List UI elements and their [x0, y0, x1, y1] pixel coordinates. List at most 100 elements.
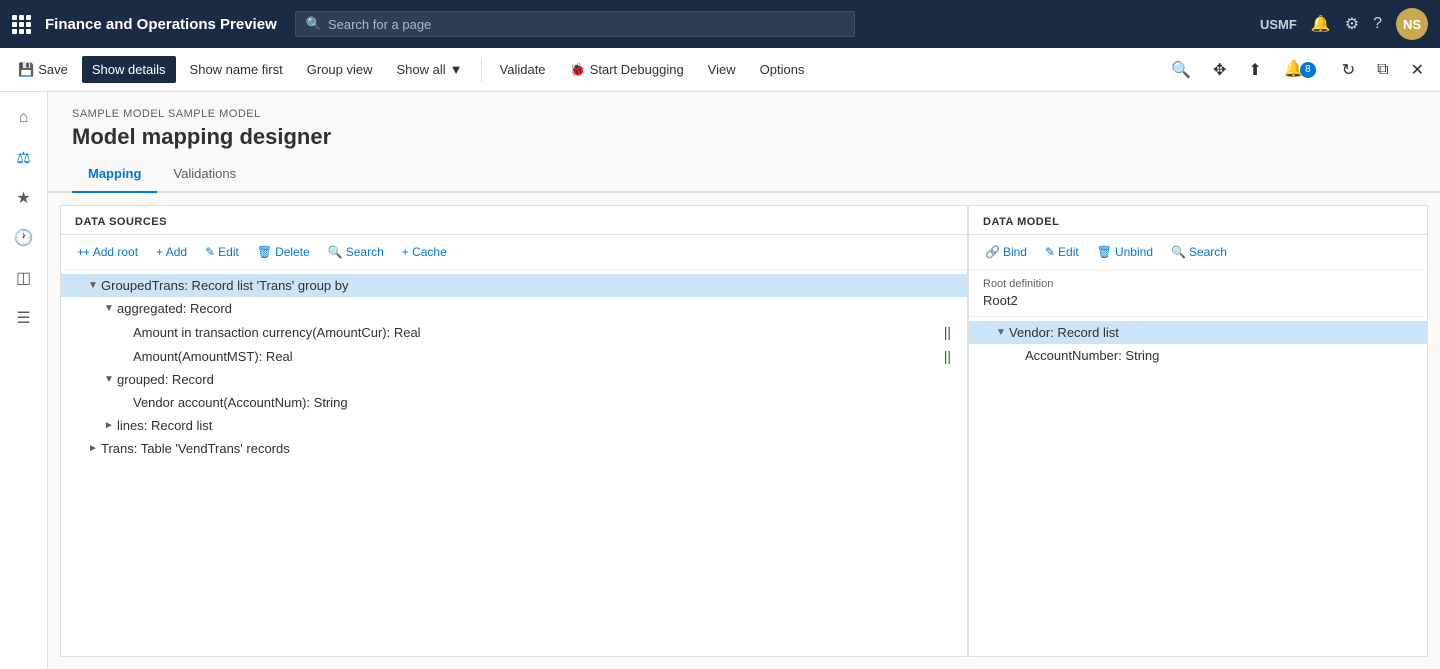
expand-placeholder [117, 397, 133, 408]
content-area: SAMPLE MODEL SAMPLE MODEL Model mapping … [48, 92, 1440, 669]
tree-item-amount-cur[interactable]: Amount in transaction currency(AmountCur… [61, 320, 967, 344]
expand-icon[interactable]: ► [101, 420, 117, 431]
show-details-button[interactable]: Show details [82, 56, 176, 83]
personalize-button[interactable]: ✥ [1205, 54, 1234, 86]
tree-label: GroupedTrans: Record list 'Trans' group … [101, 278, 959, 293]
expand-placeholder [1009, 350, 1025, 361]
column-chooser-button[interactable]: ⬆ [1240, 54, 1269, 86]
bind-button[interactable]: 🔗 Bind [977, 241, 1035, 263]
show-all-button[interactable]: Show all ▼ [387, 56, 473, 83]
global-search-placeholder: Search for a page [328, 17, 431, 32]
edit-button[interactable]: ✎ Edit [197, 241, 247, 263]
company-selector[interactable]: USMF [1260, 17, 1297, 32]
start-debugging-button[interactable]: 🐞 Start Debugging [560, 56, 694, 84]
sidebar-item-workspaces[interactable]: ◫ [6, 260, 42, 296]
open-new-window-button[interactable]: ⧉ [1369, 55, 1396, 85]
tab-mapping[interactable]: Mapping [72, 158, 157, 193]
tree-item-grouped-trans[interactable]: ▼ GroupedTrans: Record list 'Trans' grou… [61, 274, 967, 297]
delete-icon: 🗑 [257, 245, 272, 259]
expand-icon[interactable]: ► [85, 443, 101, 454]
dm-search-icon: 🔍 [1171, 245, 1186, 259]
bind-indicator: || [944, 324, 951, 340]
root-definition: Root definition Root2 [969, 270, 1427, 317]
global-search-box[interactable]: 🔍 Search for a page [295, 11, 855, 37]
cache-button[interactable]: + Cache [394, 241, 455, 263]
tree-label: Amount in transaction currency(AmountCur… [133, 325, 944, 340]
dm-tree-item-account-number[interactable]: AccountNumber: String [969, 344, 1427, 367]
show-all-dropdown-icon: ▼ [450, 62, 463, 77]
datasources-tree: ▼ GroupedTrans: Record list 'Trans' grou… [61, 270, 967, 656]
sidebar-item-list[interactable]: ☰ [6, 300, 42, 336]
tree-item-aggregated[interactable]: ▼ aggregated: Record [61, 297, 967, 320]
main-layout: ⌂ ⚖ ★ 🕐 ◫ ☰ SAMPLE MODEL SAMPLE MODEL Mo… [0, 92, 1440, 669]
search-icon: 🔍 [306, 16, 322, 32]
datasources-toolbar: + + Add root + Add ✎ Edit 🗑 Delete [61, 235, 967, 270]
notification-button[interactable]: 🔔8 [1276, 53, 1328, 86]
notification-count: 8 [1300, 62, 1316, 78]
datamodel-toolbar: 🔗 Bind ✎ Edit 🗑 Unbind 🔍 Search [969, 235, 1427, 270]
root-def-label: Root definition [983, 278, 1413, 290]
tree-item-grouped[interactable]: ▼ grouped: Record [61, 368, 967, 391]
datamodel-tree: ▼ Vendor: Record list AccountNumber: Str… [969, 317, 1427, 656]
add-root-button[interactable]: + + Add root [69, 241, 146, 263]
datamodel-panel: DATA MODEL 🔗 Bind ✎ Edit 🗑 Unbind [968, 205, 1428, 657]
page-header: SAMPLE MODEL SAMPLE MODEL Model mapping … [48, 92, 1440, 158]
collapse-icon[interactable]: ▼ [993, 327, 1009, 338]
refresh-button[interactable]: ↻ [1334, 54, 1363, 86]
help-icon[interactable]: ? [1373, 15, 1382, 33]
datasources-panel: DATA SOURCES + + Add root + Add ✎ Edit 🗑 [60, 205, 968, 657]
expand-placeholder [117, 327, 133, 338]
dm-edit-icon: ✎ [1045, 245, 1055, 259]
datasources-header: DATA SOURCES [61, 206, 967, 235]
tree-label: Amount(AmountMST): Real [133, 349, 944, 364]
collapse-icon[interactable]: ▼ [101, 374, 117, 385]
settings-gear-icon[interactable]: ⚙ [1345, 14, 1359, 34]
unbind-button[interactable]: 🗑 Unbind [1089, 241, 1161, 263]
datamodel-header: DATA MODEL [969, 206, 1427, 235]
sidebar-item-filter[interactable]: ⚖ [6, 140, 42, 176]
view-button[interactable]: View [698, 56, 746, 83]
show-name-first-button[interactable]: Show name first [180, 56, 293, 83]
dm-tree-item-vendor[interactable]: ▼ Vendor: Record list [969, 321, 1427, 344]
user-avatar[interactable]: NS [1396, 8, 1428, 40]
ds-search-icon: 🔍 [328, 245, 343, 259]
debug-icon: 🐞 [570, 62, 586, 78]
tree-item-vendor-account[interactable]: Vendor account(AccountNum): String [61, 391, 967, 414]
unbind-icon: 🗑 [1097, 245, 1112, 259]
ds-search-button[interactable]: 🔍 Search [320, 241, 392, 263]
split-pane: DATA SOURCES + + Add root + Add ✎ Edit 🗑 [48, 193, 1440, 669]
search-toggle-button[interactable]: 🔍 [1163, 54, 1199, 86]
group-view-button[interactable]: Group view [297, 56, 383, 83]
tree-label: AccountNumber: String [1025, 348, 1419, 363]
validate-button[interactable]: Validate [490, 56, 556, 83]
add-button[interactable]: + Add [148, 241, 195, 263]
tree-label: Vendor: Record list [1009, 325, 1419, 340]
collapse-icon[interactable]: ▼ [85, 280, 101, 291]
tree-item-lines[interactable]: ► lines: Record list [61, 414, 967, 437]
dm-edit-button[interactable]: ✎ Edit [1037, 241, 1087, 263]
tab-validations[interactable]: Validations [157, 158, 252, 193]
sidebar-item-recent[interactable]: 🕐 [6, 220, 42, 256]
save-button[interactable]: 💾 Save [8, 56, 78, 84]
top-nav: Finance and Operations Preview 🔍 Search … [0, 0, 1440, 48]
notification-bell-icon[interactable]: 🔔 [1311, 14, 1331, 34]
close-button[interactable]: ✕ [1403, 54, 1432, 86]
sidebar-item-home[interactable]: ⌂ [6, 100, 42, 136]
dm-search-button[interactable]: 🔍 Search [1163, 241, 1235, 263]
delete-button[interactable]: 🗑 Delete [249, 241, 318, 263]
page-title: Model mapping designer [72, 124, 1416, 150]
apps-grid-icon[interactable] [12, 15, 31, 34]
sidebar-item-favorites[interactable]: ★ [6, 180, 42, 216]
app-title: Finance and Operations Preview [45, 16, 277, 33]
tree-label: grouped: Record [117, 372, 959, 387]
options-button[interactable]: Options [750, 56, 815, 83]
root-def-value: Root2 [983, 293, 1413, 308]
tree-item-amount-mst[interactable]: Amount(AmountMST): Real || [61, 344, 967, 368]
command-bar-right: 🔍 ✥ ⬆ 🔔8 ↻ ⧉ ✕ [1163, 53, 1432, 86]
collapse-icon[interactable]: ▼ [101, 303, 117, 314]
expand-placeholder [117, 351, 133, 362]
tree-item-trans[interactable]: ► Trans: Table 'VendTrans' records [61, 437, 967, 460]
bind-icon: 🔗 [985, 245, 1000, 259]
tree-label: Trans: Table 'VendTrans' records [101, 441, 959, 456]
tab-bar: Mapping Validations [48, 158, 1440, 193]
